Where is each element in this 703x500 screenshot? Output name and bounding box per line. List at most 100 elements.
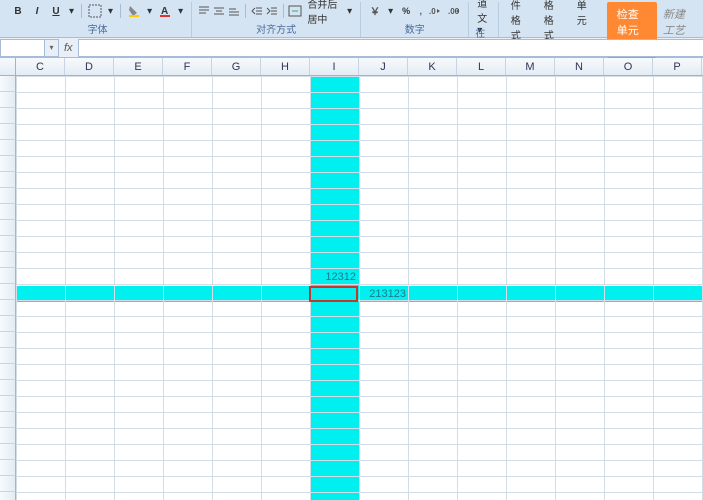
row-header[interactable] xyxy=(0,460,16,476)
col-header[interactable]: L xyxy=(457,58,506,75)
col-header[interactable]: C xyxy=(16,58,65,75)
name-box[interactable] xyxy=(0,39,45,57)
currency-dropdown[interactable]: ▾ xyxy=(386,3,395,19)
col-header[interactable]: D xyxy=(65,58,114,75)
divider xyxy=(245,4,246,18)
ribbon-group-label: 数字 xyxy=(405,21,425,36)
divider xyxy=(120,4,121,18)
merge-dropdown[interactable]: ▾ xyxy=(345,3,354,19)
select-all-corner[interactable] xyxy=(0,58,16,75)
spreadsheet-grid: C D E F G H I J K L M N O P 12312 213123 xyxy=(0,58,703,500)
row-header[interactable] xyxy=(0,92,16,108)
border-icon xyxy=(88,4,102,18)
currency-button[interactable]: ￥ xyxy=(367,3,383,19)
fill-dropdown[interactable]: ▾ xyxy=(145,3,154,19)
cell-value[interactable]: 12312 xyxy=(310,270,359,284)
row-header[interactable] xyxy=(0,220,16,236)
row-header[interactable] xyxy=(0,396,16,412)
ribbon-group-label: 字体 xyxy=(88,21,108,36)
comma-button[interactable]: , xyxy=(417,3,424,19)
ribbon-group-number: ￥ ▾ % , .0 .00 数字 xyxy=(361,2,469,37)
font-color-dropdown[interactable]: ▾ xyxy=(176,3,185,19)
row-header[interactable] xyxy=(0,236,16,252)
row-header[interactable] xyxy=(0,108,16,124)
cell-value[interactable]: 213123 xyxy=(360,287,409,301)
row-header[interactable] xyxy=(0,492,16,500)
row-header[interactable] xyxy=(0,140,16,156)
cell-format-button[interactable]: 单元 xyxy=(571,0,601,28)
fx-label[interactable]: fx xyxy=(59,42,78,54)
border-dropdown[interactable]: ▾ xyxy=(106,3,115,19)
table-format-button[interactable]: 表格格式 xyxy=(538,0,568,28)
row-header[interactable] xyxy=(0,332,16,348)
row-header[interactable] xyxy=(0,172,16,188)
ribbon-group-align: 合并后居中 ▾ 对齐方式 xyxy=(192,2,361,37)
underline-button[interactable]: U xyxy=(48,3,64,19)
row-header[interactable] xyxy=(0,428,16,444)
font-color-icon: A xyxy=(158,4,172,18)
col-header[interactable]: G xyxy=(212,58,261,75)
italic-button[interactable]: I xyxy=(29,3,45,19)
col-header[interactable]: O xyxy=(604,58,653,75)
percent-button[interactable]: % xyxy=(398,3,414,19)
merge-cells-button[interactable] xyxy=(288,3,302,19)
row-header[interactable] xyxy=(0,188,16,204)
row-header[interactable] xyxy=(0,204,16,220)
merge-icon xyxy=(288,5,302,17)
col-header[interactable]: E xyxy=(114,58,163,75)
fill-color-button[interactable] xyxy=(126,3,142,19)
merge-label[interactable]: 合并后居中 xyxy=(305,0,342,26)
row-header[interactable] xyxy=(0,252,16,268)
row-header[interactable] xyxy=(0,284,16,300)
row-header[interactable] xyxy=(0,156,16,172)
row-header[interactable] xyxy=(0,300,16,316)
grid-body[interactable]: 12312 213123 xyxy=(0,76,703,500)
ribbon: B I U ▾ ▾ ▾ A ▾ 字体 xyxy=(0,0,703,38)
bold-button[interactable]: B xyxy=(10,3,26,19)
col-header[interactable]: F xyxy=(163,58,212,75)
underline-dropdown[interactable]: ▾ xyxy=(67,3,76,19)
name-box-dropdown[interactable]: ▾ xyxy=(45,39,59,57)
row-headers xyxy=(0,76,16,500)
formula-input[interactable] xyxy=(78,39,703,57)
column-headers: C D E F G H I J K L M N O P xyxy=(0,58,703,76)
col-header[interactable]: H xyxy=(261,58,310,75)
decrease-decimal-button[interactable]: .00 xyxy=(446,3,462,19)
align-top-button[interactable] xyxy=(198,3,210,19)
border-button[interactable] xyxy=(87,3,103,19)
fill-color-icon xyxy=(127,4,141,18)
conditional-format-button[interactable]: 条件格式 xyxy=(505,0,535,28)
row-header[interactable] xyxy=(0,268,16,284)
divider xyxy=(81,4,82,18)
col-header[interactable]: K xyxy=(408,58,457,75)
svg-text:￥: ￥ xyxy=(370,7,380,17)
row-header[interactable] xyxy=(0,76,16,92)
ribbon-group-font: B I U ▾ ▾ ▾ A ▾ 字体 xyxy=(4,2,192,37)
row-header[interactable] xyxy=(0,364,16,380)
row-header[interactable] xyxy=(0,476,16,492)
increase-indent-button[interactable] xyxy=(266,3,278,19)
row-header[interactable] xyxy=(0,380,16,396)
svg-text:.0: .0 xyxy=(429,7,436,16)
decrease-indent-button[interactable] xyxy=(251,3,263,19)
ribbon-group-label: 对齐方式 xyxy=(256,21,296,36)
divider xyxy=(283,4,284,18)
align-bottom-button[interactable] xyxy=(228,3,240,19)
col-header[interactable]: I xyxy=(310,58,359,75)
col-header[interactable]: N xyxy=(555,58,604,75)
formula-bar: ▾ fx xyxy=(0,38,703,58)
row-header[interactable] xyxy=(0,348,16,364)
increase-decimal-button[interactable]: .0 xyxy=(427,3,443,19)
col-header[interactable]: M xyxy=(506,58,555,75)
row-header[interactable] xyxy=(0,444,16,460)
col-header[interactable]: J xyxy=(359,58,408,75)
col-header[interactable]: P xyxy=(653,58,702,75)
ribbon-group-styles: 条件格式 表格格式 单元 xyxy=(499,2,607,37)
ribbon-group-edit: 道文▾ 在线文 xyxy=(469,2,498,37)
row-header[interactable] xyxy=(0,412,16,428)
cells-area[interactable]: 12312 213123 xyxy=(16,76,703,500)
align-middle-button[interactable] xyxy=(213,3,225,19)
row-header[interactable] xyxy=(0,124,16,140)
font-color-button[interactable]: A xyxy=(157,3,173,19)
row-header[interactable] xyxy=(0,316,16,332)
